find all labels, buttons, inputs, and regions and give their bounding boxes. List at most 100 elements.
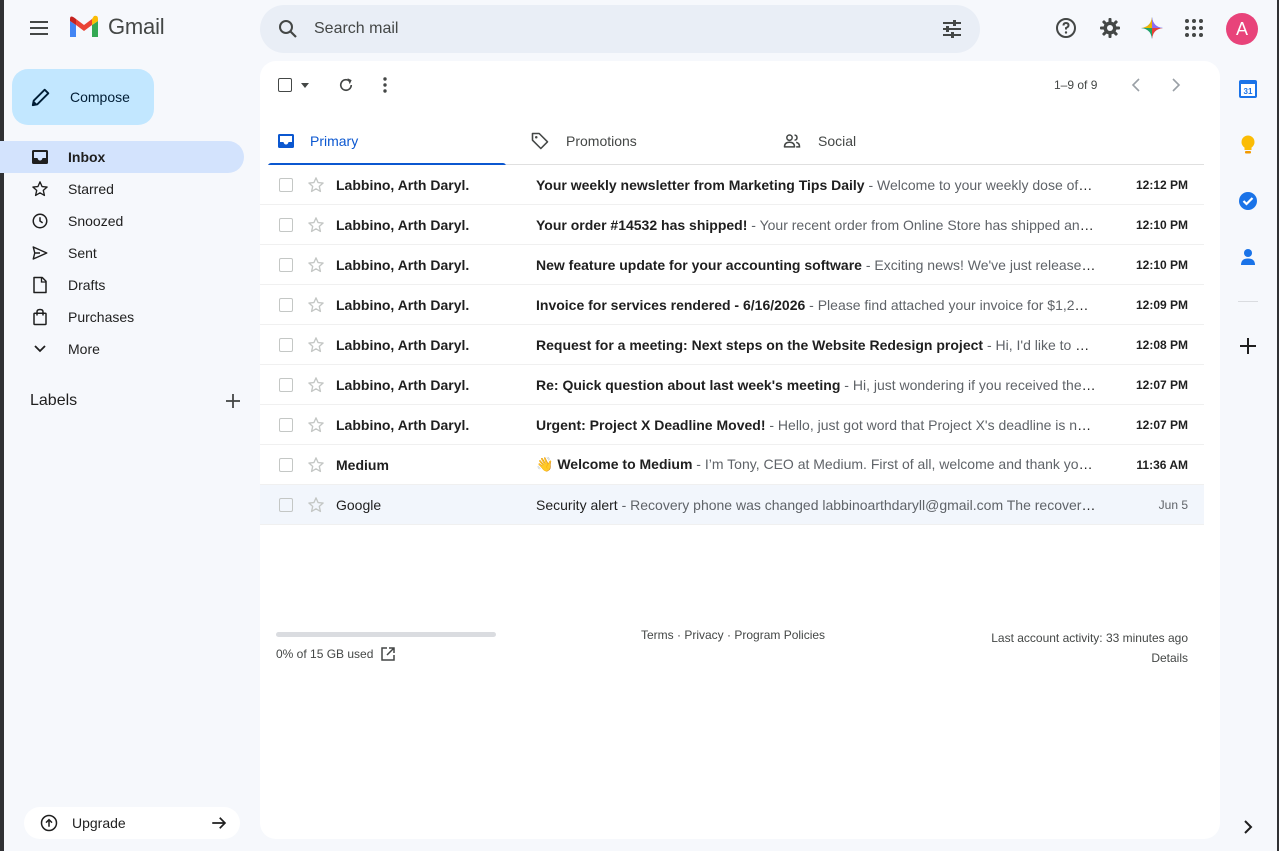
search-options-icon[interactable] [940,17,964,41]
email-time: 12:07 PM [1135,417,1188,432]
email-preview: Request for a meeting: Next steps on the… [536,337,1096,353]
email-row[interactable]: Labbino, Arth Daryl. Request for a meetin… [260,325,1204,365]
contacts-app-button[interactable] [1236,245,1260,269]
get-addons-button[interactable] [1236,334,1260,358]
draft-icon [33,276,47,294]
email-preview: Urgent: Project X Deadline Moved! - Hell… [536,417,1096,433]
star-icon[interactable] [307,456,325,474]
add-label-icon[interactable] [226,394,240,408]
email-row[interactable]: Labbino, Arth Daryl. Urgent: Project X De… [260,405,1204,445]
sidebar-item-drafts[interactable]: Drafts [0,269,244,301]
avatar[interactable]: A [1226,13,1258,45]
sidebar-item-sent[interactable]: Sent [0,237,244,269]
email-snippet: - Hi, just wondering if you received the… [844,376,1096,393]
checkbox-icon [278,78,292,92]
row-checkbox[interactable] [279,298,293,312]
row-checkbox[interactable] [279,458,293,472]
newer-button[interactable] [1130,73,1142,97]
email-subject: Your weekly newsletter from Marketing Ti… [536,176,865,193]
mail-list-panel: 1–9 of 9 Primary Promotions Social Labbi… [260,61,1220,839]
privacy-link[interactable]: Privacy [684,628,723,642]
row-checkbox[interactable] [279,418,293,432]
star-icon[interactable] [307,216,325,234]
row-checkbox[interactable] [279,218,293,232]
program-policies-link[interactable]: Program Policies [734,628,825,642]
sidebar-item-label: Sent [68,245,97,261]
calendar-day-text: 31 [1244,87,1253,96]
search-icon[interactable] [276,17,300,41]
settings-button[interactable] [1094,12,1126,44]
help-button[interactable] [1050,12,1082,44]
main-menu-button[interactable] [24,12,56,44]
compose-button[interactable]: Compose [12,69,154,125]
email-sender: Labbino, Arth Daryl. [336,216,470,233]
compose-label: Compose [70,89,130,105]
email-row[interactable]: Medium 👋 Welcome to Medium - I’m Tony, CE… [260,445,1204,485]
more-actions-button[interactable] [379,73,391,97]
select-all-checkbox[interactable] [278,73,309,97]
email-row[interactable]: Labbino, Arth Daryl. New feature update f… [260,245,1204,285]
email-subject: Re: Quick question about last week's mee… [536,376,841,393]
email-row[interactable]: Labbino, Arth Daryl. Your weekly newslett… [260,165,1204,205]
sidebar-item-snoozed[interactable]: Snoozed [0,205,244,237]
tab-social[interactable]: Social [772,117,1024,165]
calendar-app-button[interactable]: 31 [1236,77,1260,101]
sidebar-item-inbox[interactable]: Inbox [0,141,244,173]
details-link[interactable]: Details [991,648,1188,668]
tasks-app-button[interactable] [1236,189,1260,213]
tab-label: Social [818,133,857,149]
open-in-new-icon[interactable] [381,647,396,661]
sidebar-item-starred[interactable]: Starred [0,173,244,205]
email-preview: Invoice for services rendered - 6/16/202… [536,297,1096,313]
email-time: 12:09 PM [1135,297,1188,312]
show-side-panel-button[interactable] [1236,815,1260,839]
star-icon[interactable] [307,376,325,394]
storage-bar [276,632,496,637]
tab-primary[interactable]: Primary [268,117,520,166]
sidebar-item-more[interactable]: More [0,333,244,365]
email-time: 12:08 PM [1135,337,1188,352]
email-row[interactable]: Labbino, Arth Daryl. Re: Quick question a… [260,365,1204,405]
email-row[interactable]: Google Security alert - Recovery phone wa… [260,485,1204,525]
row-checkbox[interactable] [279,178,293,192]
upgrade-button[interactable]: Upgrade [24,807,240,839]
star-icon[interactable] [307,296,325,314]
sidebar-nav: Inbox Starred Snoozed Sent Drafts Purcha… [0,141,256,365]
gemini-icon [1141,17,1163,39]
older-button[interactable] [1170,73,1182,97]
window-frame-left [0,0,4,851]
gmail-logo[interactable]: Gmail [68,14,165,40]
help-icon [1056,18,1076,38]
expand-icon [1244,820,1253,834]
tab-promotions[interactable]: Promotions [520,117,772,165]
gemini-button[interactable] [1136,12,1168,44]
more-vert-icon [383,77,387,93]
sidebar-item-purchases[interactable]: Purchases [0,301,244,333]
row-checkbox[interactable] [279,498,293,512]
email-snippet: - Recovery phone was changed labbinoarth… [621,496,1096,513]
row-checkbox[interactable] [279,378,293,392]
keep-app-button[interactable] [1236,133,1260,157]
email-time: Jun 5 [1158,497,1188,512]
search-input[interactable] [314,5,914,53]
apps-button[interactable] [1178,12,1210,44]
refresh-button[interactable] [337,73,355,97]
email-row[interactable]: Labbino, Arth Daryl. Invoice for services… [260,285,1204,325]
row-checkbox[interactable] [279,258,293,272]
email-sender: Medium [336,456,389,473]
sidebar-item-label: Inbox [68,149,106,165]
email-snippet: - I’m Tony, CEO at Medium. First of all,… [696,456,1096,472]
row-checkbox[interactable] [279,338,293,352]
star-icon[interactable] [307,336,325,354]
email-preview: New feature update for your accounting s… [536,257,1096,273]
inbox-icon [32,150,48,164]
search-bar[interactable] [260,5,980,53]
shopping-bag-icon [33,308,47,326]
email-row[interactable]: Labbino, Arth Daryl. Your order #14532 ha… [260,205,1204,245]
terms-link[interactable]: Terms [641,628,674,642]
star-icon[interactable] [307,416,325,434]
star-icon[interactable] [307,256,325,274]
star-icon[interactable] [307,176,325,194]
contacts-icon [1241,249,1255,265]
star-icon[interactable] [307,496,325,514]
